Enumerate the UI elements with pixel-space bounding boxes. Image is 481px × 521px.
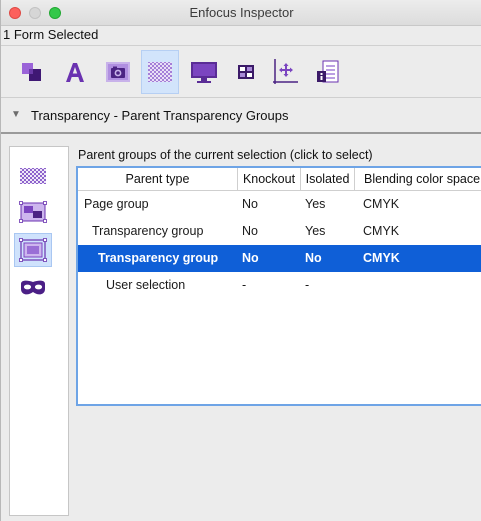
tool-transparency[interactable] — [141, 50, 179, 94]
panel-body: Parent groups of the current selection (… — [1, 134, 481, 521]
cell-isolated: Yes — [305, 224, 326, 238]
tool-color[interactable] — [227, 50, 265, 94]
cell-isolated: Yes — [305, 197, 326, 211]
cell-parent-type: Page group — [84, 197, 149, 211]
monitor-icon — [191, 62, 217, 83]
cell-parent-type: Transparency group — [92, 224, 204, 238]
table-row[interactable]: Transparency group No Yes CMYK — [78, 218, 481, 245]
objects-icon — [22, 63, 41, 81]
color-swatch-icon — [238, 65, 254, 79]
title-bar: Enfocus Inspector — [1, 0, 481, 26]
cell-blending: CMYK — [363, 251, 400, 265]
section-title: Transparency - Parent Transparency Group… — [31, 108, 289, 123]
tool-display[interactable] — [185, 50, 223, 94]
table-row-selected[interactable]: Transparency group No No CMYK — [78, 245, 481, 272]
table-header: Parent type Knockout Isolated Blending c… — [78, 168, 481, 191]
category-toolbar — [1, 46, 481, 98]
cell-parent-type: Transparency group — [98, 251, 219, 265]
text-icon — [66, 63, 84, 82]
group-icon — [19, 201, 47, 223]
table-row[interactable]: User selection - - — [78, 272, 481, 299]
mask-icon — [21, 280, 45, 295]
cell-knockout: No — [242, 224, 258, 238]
column-header-blending-color-space[interactable]: Blending color space — [355, 168, 481, 190]
tab-masks[interactable] — [14, 271, 52, 305]
transparency-icon — [148, 62, 172, 82]
cell-blending: CMYK — [363, 224, 400, 238]
subcategory-tabs — [9, 146, 69, 516]
cell-knockout: No — [242, 197, 258, 211]
window-title: Enfocus Inspector — [189, 5, 294, 20]
position-icon — [273, 59, 298, 84]
section-header[interactable]: ▼ Transparency - Parent Transparency Gro… — [1, 98, 481, 134]
cell-knockout: - — [242, 278, 247, 292]
tool-position[interactable] — [266, 50, 304, 94]
table-row[interactable]: Page group No Yes CMYK — [78, 191, 481, 218]
cell-knockout: No — [242, 251, 259, 265]
tool-text[interactable] — [56, 50, 94, 94]
selection-info: 1 Form Selected — [1, 26, 481, 46]
document-info-icon — [317, 60, 339, 83]
inspector-window: Enfocus Inspector 1 Form Selected ▼ Tran… — [0, 0, 481, 521]
parent-groups-table[interactable]: Parent type Knockout Isolated Blending c… — [76, 166, 481, 406]
column-header-parent-type[interactable]: Parent type — [78, 168, 238, 190]
cell-isolated: No — [305, 251, 322, 265]
disclosure-triangle-icon[interactable]: ▼ — [11, 109, 21, 120]
tool-objects[interactable] — [13, 50, 51, 94]
image-icon — [106, 62, 130, 82]
column-header-isolated[interactable]: Isolated — [301, 168, 355, 190]
cell-parent-type: User selection — [106, 278, 186, 292]
column-header-knockout[interactable]: Knockout — [238, 168, 301, 190]
tab-transparency[interactable] — [14, 159, 52, 193]
tool-document[interactable] — [309, 50, 347, 94]
cell-blending: CMYK — [363, 197, 400, 211]
transparency-checker-icon — [20, 168, 46, 184]
tab-parent-groups[interactable] — [14, 233, 52, 267]
selection-group-icon — [19, 238, 47, 262]
cell-isolated: - — [305, 278, 310, 292]
tab-groups[interactable] — [14, 195, 52, 229]
tool-image[interactable] — [99, 50, 137, 94]
table-caption: Parent groups of the current selection (… — [78, 148, 373, 162]
